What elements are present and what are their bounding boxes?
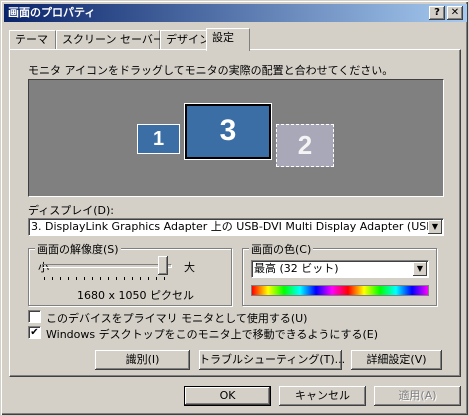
help-button[interactable]: ? [429, 6, 445, 20]
troubleshoot-button[interactable]: トラブルシューティング(T)... [199, 350, 345, 370]
tab-appearance[interactable]: デザイン [160, 30, 210, 50]
color-preview-bar [251, 285, 429, 296]
ok-button[interactable]: OK [184, 386, 271, 406]
extend-desktop-checkbox[interactable]: ✔ [28, 326, 41, 339]
monitor-3-icon[interactable]: 3 [184, 103, 272, 160]
tab-screensaver[interactable]: スクリーン セーバー [56, 30, 164, 50]
display-properties-dialog: 画面のプロパティ ? ✕ テーマ スクリーン セーバー デザイン 設定 モニタ … [0, 0, 469, 416]
tab-themes[interactable]: テーマ [9, 30, 56, 50]
tab-settings[interactable]: 設定 [206, 28, 250, 51]
apply-button[interactable]: 適用(A) [374, 386, 461, 406]
resolution-slider-thumb[interactable] [158, 256, 168, 275]
monitor-arrangement-area: 1 3 2 [28, 79, 444, 197]
close-icon: ✕ [450, 7, 460, 18]
checkmark-icon: ✔ [30, 327, 39, 338]
title-bar: 画面のプロパティ ? ✕ [4, 4, 467, 22]
display-label: ディスプレイ(D): [28, 204, 114, 217]
resolution-max-label: 大 [184, 261, 195, 274]
primary-monitor-label[interactable]: このデバイスをプライマリ モニタとして使用する(U) [46, 310, 307, 326]
color-quality-select[interactable]: 最高 (32 ビット) ▼ [251, 260, 429, 278]
extend-desktop-label[interactable]: Windows デスクトップをこのモニタ上で移動できるようにする(E) [46, 326, 378, 342]
advanced-button[interactable]: 詳細設定(V) [351, 350, 442, 370]
color-quality-value: 最高 (32 ビット) [254, 262, 339, 275]
cancel-button[interactable]: キャンセル [279, 386, 366, 406]
chevron-down-icon[interactable]: ▼ [413, 262, 427, 276]
instruction-text: モニタ アイコンをドラッグしてモニタの実際の配置と合わせてください。 [28, 64, 394, 77]
resolution-slider-ticks [44, 277, 166, 280]
color-group-title: 画面の色(C) [249, 241, 314, 257]
resolution-slider-track[interactable] [42, 264, 172, 268]
resolution-value: 1680 x 1050 ピクセル [77, 289, 194, 302]
close-button[interactable]: ✕ [447, 6, 463, 20]
monitor-1-icon[interactable]: 1 [137, 124, 180, 154]
chevron-down-icon[interactable]: ▼ [428, 220, 442, 234]
identify-button[interactable]: 識別(I) [95, 350, 190, 370]
monitor-2-icon[interactable]: 2 [276, 124, 334, 167]
display-select[interactable]: 3. DisplayLink Graphics Adapter 上の USB-D… [28, 218, 444, 236]
primary-monitor-checkbox[interactable] [28, 310, 41, 323]
resolution-group-title: 画面の解像度(S) [35, 241, 121, 257]
window-title: 画面のプロパティ [8, 6, 96, 19]
display-select-value: 3. DisplayLink Graphics Adapter 上の USB-D… [31, 220, 443, 233]
